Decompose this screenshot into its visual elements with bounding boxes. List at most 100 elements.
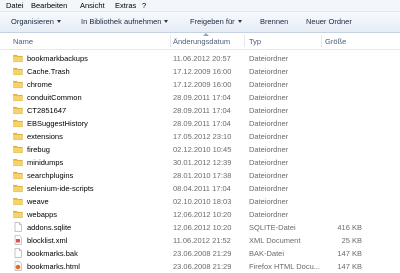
file-row[interactable]: searchplugins 28.01.2010 17:38 Dateiordner bbox=[0, 169, 400, 182]
column-divider[interactable] bbox=[321, 35, 322, 47]
xml-file-icon bbox=[13, 235, 23, 245]
file-name: CT2851647 bbox=[27, 106, 67, 115]
file-row[interactable]: extensions 17.05.2012 23:10 Dateiordner bbox=[0, 130, 400, 143]
file-row[interactable]: selenium-ide-scripts 08.04.2011 17:04 Date… bbox=[0, 182, 400, 195]
file-row[interactable]: bookmarks.bak 23.06.2008 21:29 BAK-Datei 14… bbox=[0, 247, 400, 260]
menu-bearbeiten[interactable]: Bearbeiten bbox=[31, 1, 67, 10]
column-divider[interactable] bbox=[170, 35, 171, 47]
file-row[interactable]: blocklist.xml 11.06.2012 21:52 XML Documen… bbox=[0, 234, 400, 247]
file-name: firebug bbox=[27, 145, 50, 154]
file-size: 147 KB bbox=[337, 249, 362, 258]
folder-icon bbox=[13, 183, 23, 193]
file-date: 28.09.2011 17:04 bbox=[173, 93, 231, 102]
menu-datei[interactable]: Datei bbox=[6, 1, 24, 10]
file-name: webapps bbox=[27, 210, 58, 219]
file-date: 17.12.2009 16:00 bbox=[173, 67, 232, 76]
file-name: extensions bbox=[27, 132, 63, 141]
menu-ansicht[interactable]: Ansicht bbox=[80, 1, 105, 10]
file-date: 08.04.2011 17:04 bbox=[173, 184, 231, 193]
file-date: 28.09.2011 17:04 bbox=[173, 106, 231, 115]
file-row[interactable]: Cache.Trash 17.12.2009 16:00 Dateiordner bbox=[0, 65, 400, 78]
file-row[interactable]: weave 02.10.2010 18:03 Dateiordner bbox=[0, 195, 400, 208]
file-name: Cache.Trash bbox=[27, 67, 70, 76]
file-type: Dateiordner bbox=[249, 145, 289, 154]
file-row[interactable]: webapps 12.06.2012 10:20 Dateiordner bbox=[0, 208, 400, 221]
file-date: 17.05.2012 23:10 bbox=[173, 132, 232, 141]
command-bar: Organisieren In Bibliothek aufnehmen Fre… bbox=[0, 12, 400, 33]
folder-icon bbox=[13, 105, 23, 115]
file-date: 17.12.2009 16:00 bbox=[173, 80, 232, 89]
file-name: weave bbox=[27, 197, 49, 206]
file-name: blocklist.xml bbox=[27, 236, 68, 245]
file-type: Dateiordner bbox=[249, 171, 289, 180]
file-name: bookmarks.bak bbox=[27, 249, 78, 258]
file-date: 28.09.2011 17:04 bbox=[173, 119, 231, 128]
file-name: searchplugins bbox=[27, 171, 74, 180]
share-with-button[interactable]: Freigeben für bbox=[190, 17, 242, 27]
file-row[interactable]: firebug 02.12.2010 10:45 Dateiordner bbox=[0, 143, 400, 156]
menu-help[interactable]: ? bbox=[142, 1, 146, 10]
file-name: bookmarks.html bbox=[27, 262, 80, 271]
column-type[interactable]: Typ bbox=[249, 37, 261, 46]
file-type: Dateiordner bbox=[249, 106, 289, 115]
organize-label: Organisieren bbox=[11, 17, 54, 26]
file-name: selenium-ide-scripts bbox=[27, 184, 94, 193]
file-size: 416 KB bbox=[337, 223, 362, 232]
file-name: chrome bbox=[27, 80, 53, 89]
folder-icon bbox=[13, 118, 23, 128]
file-row[interactable]: bookmarkbackups 11.06.2012 20:57 Dateiordn… bbox=[0, 52, 400, 65]
burn-button[interactable]: Brennen bbox=[260, 17, 288, 27]
new-folder-button[interactable]: Neuer Ordner bbox=[306, 17, 352, 27]
file-date: 11.06.2012 20:57 bbox=[173, 54, 231, 63]
file-date: 12.06.2012 10:20 bbox=[173, 223, 232, 232]
file-type: Dateiordner bbox=[249, 54, 289, 63]
file-type: Dateiordner bbox=[249, 132, 289, 141]
folder-icon bbox=[13, 157, 23, 167]
column-divider[interactable] bbox=[244, 35, 245, 47]
menu-extras[interactable]: Extras bbox=[115, 1, 136, 10]
file-size: 147 KB bbox=[337, 262, 362, 271]
sort-up-icon bbox=[203, 33, 209, 36]
file-type: Dateiordner bbox=[249, 93, 289, 102]
file-name: addons.sqlite bbox=[27, 223, 72, 232]
folder-icon bbox=[13, 209, 23, 219]
file-date: 02.12.2010 10:45 bbox=[173, 145, 232, 154]
file-row[interactable]: minidumps 30.01.2012 12:39 Dateiordner bbox=[0, 156, 400, 169]
file-type: XML Document bbox=[249, 236, 301, 245]
file-date: 12.06.2012 10:20 bbox=[173, 210, 232, 219]
file-name: bookmarkbackups bbox=[27, 54, 88, 63]
html-file-icon bbox=[13, 261, 23, 271]
file-size: 25 KB bbox=[341, 236, 362, 245]
organize-button[interactable]: Organisieren bbox=[11, 17, 61, 27]
file-row[interactable]: addons.sqlite 12.06.2012 10:20 SQLITE-Date… bbox=[0, 221, 400, 234]
column-size[interactable]: Größe bbox=[325, 37, 346, 46]
file-icon bbox=[13, 248, 23, 258]
file-type: Dateiordner bbox=[249, 80, 289, 89]
folder-icon bbox=[13, 131, 23, 141]
menu-bar: Datei Bearbeiten Ansicht Extras ? bbox=[0, 0, 400, 12]
file-type: Dateiordner bbox=[249, 210, 289, 219]
file-row[interactable]: conduitCommon 28.09.2011 17:04 Dateiordner bbox=[0, 91, 400, 104]
library-label: In Bibliothek aufnehmen bbox=[81, 17, 162, 26]
folder-icon bbox=[13, 79, 23, 89]
folder-icon bbox=[13, 92, 23, 102]
add-to-library-button[interactable]: In Bibliothek aufnehmen bbox=[81, 17, 169, 27]
file-row[interactable]: bookmarks.html 23.06.2008 21:29 Firefox HT… bbox=[0, 260, 400, 273]
file-date: 02.10.2010 18:03 bbox=[173, 197, 232, 206]
file-name: conduitCommon bbox=[27, 93, 82, 102]
file-type: Dateiordner bbox=[249, 197, 289, 206]
file-type: BAK-Datei bbox=[249, 249, 285, 258]
chevron-down-icon bbox=[56, 20, 61, 23]
file-list: bookmarkbackups 11.06.2012 20:57 Dateiordn… bbox=[0, 52, 400, 273]
file-type: Dateiordner bbox=[249, 158, 289, 167]
folder-icon bbox=[13, 170, 23, 180]
column-date[interactable]: Änderungsdatum bbox=[173, 37, 230, 46]
file-date: 23.06.2008 21:29 bbox=[173, 262, 232, 271]
folder-icon bbox=[13, 66, 23, 76]
file-row[interactable]: EBSuggestHistory 28.09.2011 17:04 Dateiord… bbox=[0, 117, 400, 130]
file-type: Firefox HTML Docu... bbox=[249, 262, 320, 271]
file-row[interactable]: CT2851647 28.09.2011 17:04 Dateiordner bbox=[0, 104, 400, 117]
column-name[interactable]: Name bbox=[13, 37, 33, 46]
file-row[interactable]: chrome 17.12.2009 16:00 Dateiordner bbox=[0, 78, 400, 91]
file-date: 11.06.2012 21:52 bbox=[173, 236, 231, 245]
